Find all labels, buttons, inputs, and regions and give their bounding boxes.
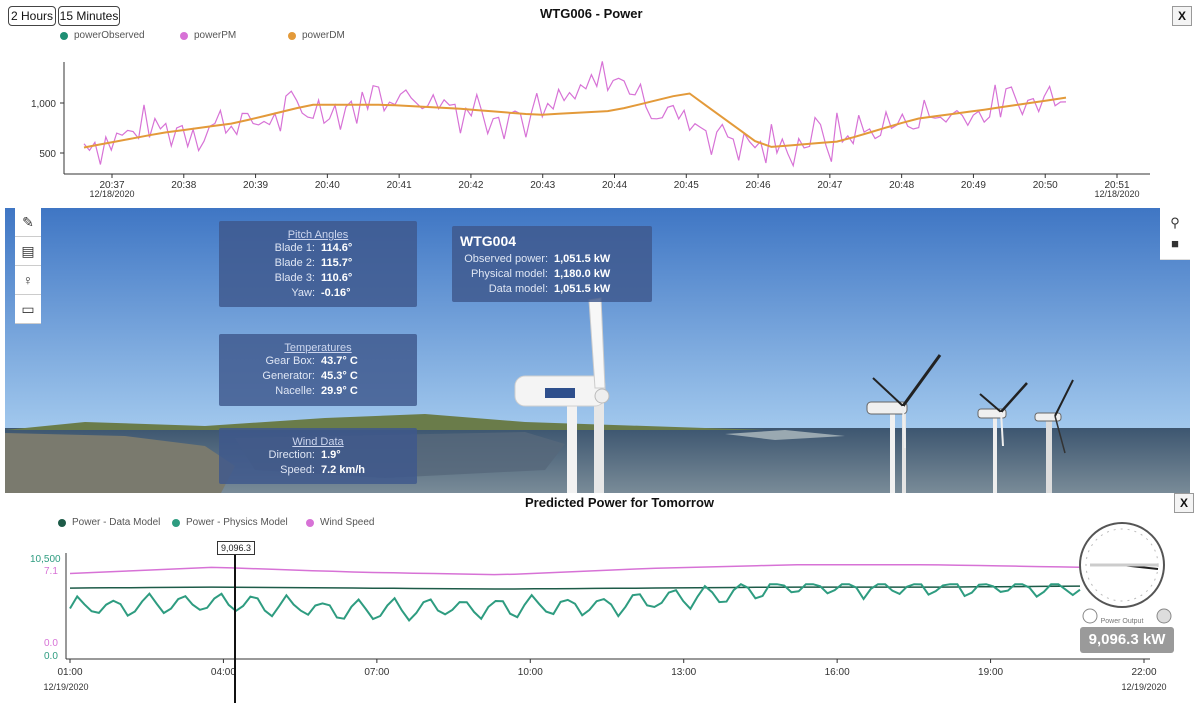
y-tick-label: 1,000 [31,99,56,110]
x-tick-label: 20:43 [530,180,555,191]
temperature-row: Gear Box: 43.7° C [265,355,358,367]
x-date-start: 12/19/2020 [43,682,88,692]
y-tick-label: 500 [39,149,56,160]
x-tick-label: 10:00 [518,667,543,678]
x-date-start: 12/18/2020 [89,189,134,199]
x-tick-label: 20:46 [746,180,771,191]
x-tick-label: 20:47 [817,180,842,191]
series-data-model-line [69,585,1081,590]
turbine-row: Observed power: 1,051.5 kW [464,253,611,265]
series-physics-model-line [69,583,1081,622]
pitch-row: Blade 1: 114.6° [274,242,353,254]
pitch-row: Yaw: -0.16° [291,287,351,299]
turbine-name: WTG004 [460,233,517,249]
zoom-in-icon[interactable] [1082,608,1098,624]
turbine-row: Data model: 1,051.5 kW [488,283,611,295]
turbine-info-card: WTG004 Observed power: 1,051.5 kW Physica… [452,226,652,302]
x-tick-label: 20:40 [315,180,340,191]
x-tick-label: 01:00 [57,667,82,678]
layers-icon[interactable]: ▤ [15,237,41,266]
x-tick-label: 20:45 [674,180,699,191]
y-label-power-max: 10,500 [30,554,61,565]
pitch-row: Blade 2: 115.7° [274,257,353,269]
power-output-gauge: Power Output [1079,522,1172,625]
predicted-power-panel: Predicted Power for Tomorrow X Power - D… [0,493,1200,705]
power-chart-panel: 2 Hours 15 Minutes WTG006 - Power X powe… [0,0,1200,207]
x-tick-label: 20:48 [889,180,914,191]
x-tick-label: 20:39 [243,180,268,191]
x-tick-label: 20:41 [387,180,412,191]
wind-farm-3d-view[interactable]: ✎ ▤ ♀ ▭ ⚲ ■ Pitch Angles Blade 1: 114.6° … [5,208,1190,495]
wind-row: Direction: 1.9° [268,449,341,461]
x-tick-label: 04:00 [211,667,236,678]
wind-data-heading: Wind Data [292,436,344,448]
x-tick-label: 16:00 [825,667,850,678]
temperatures-card: Temperatures Gear Box: 43.7° C Generator:… [219,334,417,406]
y-label-wind-max: 7.1 [44,566,58,577]
turbine-row: Physical model: 1,180.0 kW [470,268,611,280]
camera-icon[interactable]: ■ [1160,229,1190,260]
temperature-row: Generator: 45.3° C [262,370,358,382]
y-label-wind-zero: 0.0 [44,638,58,649]
power-output-readout: 9,096.3 kW [1080,627,1174,653]
x-tick-label: 20:38 [171,180,196,191]
wind-row: Speed: 7.2 km/h [280,464,366,476]
x-tick-label: 13:00 [671,667,696,678]
x-tick-label: 20:50 [1033,180,1058,191]
cursor-value-tooltip: 9,096.3 [217,541,256,555]
ruler-icon[interactable]: ✎ [15,208,41,237]
wind-data-card: Wind Data Direction: 1.9° Speed: 7.2 km/h [219,428,417,484]
x-tick-label: 20:42 [458,180,483,191]
bulb-icon[interactable]: ♀ [15,266,41,295]
series-wind-speed-line [69,564,1081,576]
x-tick-label: 07:00 [364,667,389,678]
pitch-angles-card: Pitch Angles Blade 1: 114.6° Blade 2: 115.… [219,221,417,307]
x-date-end: 12/19/2020 [1121,682,1166,692]
predicted-power-chart[interactable]: 10,500 7.1 0.0 0.0 01:00 04:00 07:00 10:00 1… [0,493,1200,705]
y-label-power-zero: 0.0 [44,651,58,662]
pitch-angles-heading: Pitch Angles [287,229,349,241]
x-tick-label: 20:49 [961,180,986,191]
x-tick-label: 19:00 [978,667,1003,678]
temperature-row: Nacelle: 29.9° C [275,385,358,397]
x-date-end: 12/18/2020 [1094,189,1139,199]
gauge-label: Power Output [1101,618,1144,625]
series-power-dm-line [83,92,1067,149]
window-icon[interactable]: ▭ [15,295,41,324]
x-tick-label: 22:00 [1131,667,1156,678]
settings-icon[interactable] [1156,608,1172,624]
x-tick-label: 20:44 [602,180,627,191]
power-line-chart[interactable]: 1,000 500 20:37 20:38 20:39 20:40 20:41 20:42… [0,0,1200,207]
pitch-row: Blade 3: 110.6° [274,272,353,284]
temperatures-heading: Temperatures [284,342,352,354]
